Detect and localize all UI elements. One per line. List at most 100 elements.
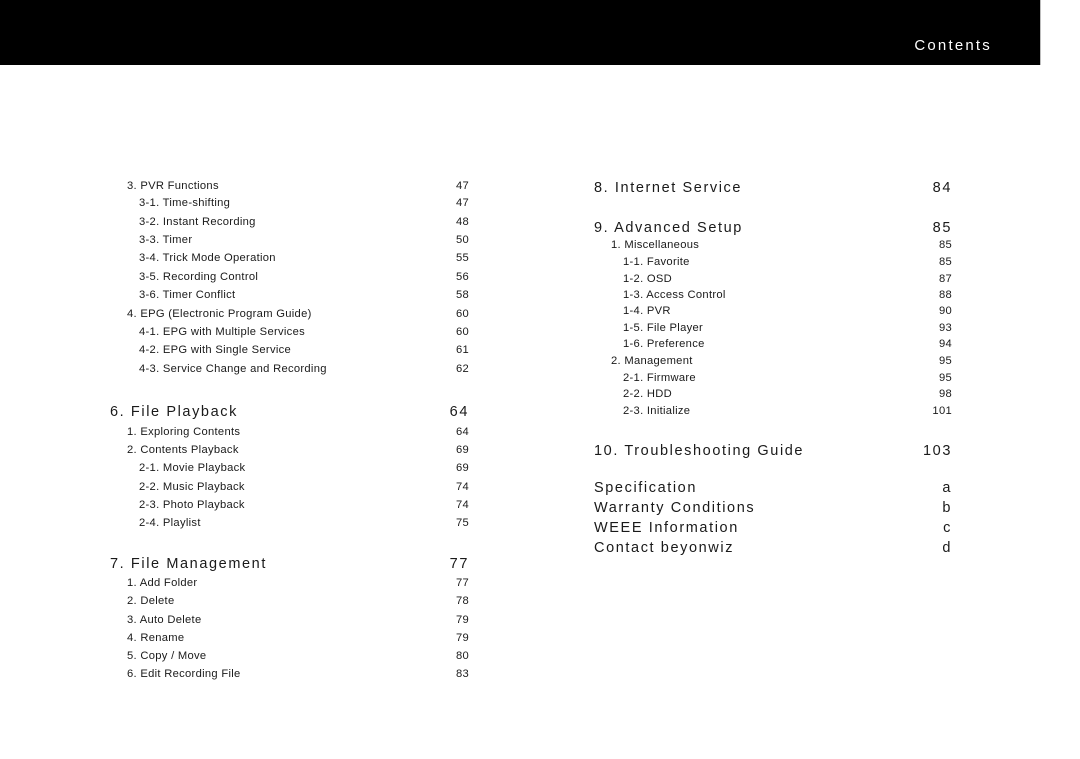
toc-entry-page: 80 — [455, 650, 469, 662]
toc-entry-label: 9. Advanced Setup — [594, 220, 743, 236]
toc-entry-page: 64 — [455, 426, 469, 438]
toc-entry[interactable]: 3-4. Trick Mode Operation 55 — [110, 252, 469, 264]
toc-entry[interactable]: 3. PVR Functions 47 — [110, 180, 469, 192]
toc-entry[interactable]: 4-2. EPG with Single Service 61 — [110, 344, 469, 356]
toc-entry[interactable]: 2. Delete 78 — [110, 595, 469, 607]
toc-entry-page: 88 — [938, 289, 952, 301]
toc-entry[interactable]: 2. Management 95 — [594, 355, 952, 367]
toc-chapter-entry[interactable]: WEEE Information c — [594, 520, 952, 536]
toc-entry-label: 3. PVR Functions — [127, 180, 219, 192]
toc-entry[interactable]: 1-3. Access Control 88 — [594, 289, 952, 301]
toc-entry[interactable]: 4-3. Service Change and Recording 62 — [110, 363, 469, 375]
toc-entry-page: 74 — [455, 499, 469, 511]
toc-entry[interactable]: 3-3. Timer 50 — [110, 234, 469, 246]
toc-entry-page: 85 — [938, 239, 952, 251]
toc-entry-page: 79 — [455, 632, 469, 644]
toc-entry-label: 2-2. Music Playback — [139, 481, 245, 493]
toc-entry-page: 75 — [455, 517, 469, 529]
toc-entry-label: 4. Rename — [127, 632, 185, 644]
toc-entry-label: 2-4. Playlist — [139, 517, 201, 529]
toc-entry[interactable]: 1-6. Preference 94 — [594, 338, 952, 350]
toc-entry-page: b — [942, 500, 952, 516]
toc-entry[interactable]: 2-4. Playlist 75 — [110, 517, 469, 529]
toc-entry-label: 2. Contents Playback — [127, 444, 239, 456]
toc-entry-page: 47 — [455, 180, 469, 192]
toc-entry[interactable]: 2-3. Initialize 101 — [594, 405, 952, 417]
toc-entry-page: 50 — [455, 234, 469, 246]
toc-chapter-entry[interactable]: 8. Internet Service 84 — [594, 180, 952, 196]
toc-entry-page: 90 — [938, 305, 952, 317]
toc-entry[interactable]: 1-4. PVR 90 — [594, 305, 952, 317]
toc-chapter-entry[interactable]: Contact beyonwiz d — [594, 540, 952, 556]
toc-entry-page: d — [942, 540, 952, 556]
toc-entry-page: c — [943, 520, 952, 536]
toc-entry[interactable]: 2-1. Movie Playback 69 — [110, 462, 469, 474]
toc-entry[interactable]: 3-2. Instant Recording 48 — [110, 216, 469, 228]
toc-entry[interactable]: 3-6. Timer Conflict 58 — [110, 289, 469, 301]
toc-entry[interactable]: 2-2. Music Playback 74 — [110, 481, 469, 493]
toc-entry-page: 74 — [455, 481, 469, 493]
toc-entry-label: 2-3. Initialize — [623, 405, 691, 417]
toc-entry-page: 60 — [455, 308, 469, 320]
toc-entry-label: 3-3. Timer — [139, 234, 193, 246]
toc-entry-label: 2. Delete — [127, 595, 175, 607]
toc-entry-page: 101 — [932, 405, 952, 417]
toc-entry[interactable]: 1. Miscellaneous 85 — [594, 239, 952, 251]
toc-entry-page: 69 — [455, 444, 469, 456]
toc-entry-label: 6. File Playback — [110, 404, 238, 420]
toc-entry-label: 1-1. Favorite — [623, 256, 690, 268]
toc-entry[interactable]: 4-1. EPG with Multiple Services 60 — [110, 326, 469, 338]
toc-entry-page: 77 — [449, 556, 469, 572]
toc-entry-label: 4-2. EPG with Single Service — [139, 344, 292, 356]
toc-entry[interactable]: 5. Copy / Move 80 — [110, 650, 469, 662]
toc-entry[interactable]: 6. Edit Recording File 83 — [110, 668, 469, 680]
toc-entry-label: 3. Auto Delete — [127, 614, 202, 626]
toc-entry-page: 61 — [455, 344, 469, 356]
toc-entry-page: 85 — [932, 220, 952, 236]
toc-entry[interactable]: 2-3. Photo Playback 74 — [110, 499, 469, 511]
toc-chapter-entry[interactable]: 7. File Management 77 — [110, 556, 469, 572]
toc-entry[interactable]: 3-5. Recording Control 56 — [110, 271, 469, 283]
toc-entry-page: 79 — [455, 614, 469, 626]
toc-entry-label: 4-1. EPG with Multiple Services — [139, 326, 305, 338]
toc-entry[interactable]: 1-2. OSD 87 — [594, 273, 952, 285]
toc-entry-label: 10. Troubleshooting Guide — [594, 443, 805, 459]
toc-entry-label: 1. Add Folder — [127, 577, 198, 589]
toc-entry-label: Specification — [594, 480, 698, 496]
toc-entry-label: 3-5. Recording Control — [139, 271, 259, 283]
toc-entry-page: 56 — [455, 271, 469, 283]
toc-entry-page: a — [942, 480, 952, 496]
toc-entry[interactable]: 3. Auto Delete 79 — [110, 614, 469, 626]
toc-entry[interactable]: 4. EPG (Electronic Program Guide) 60 — [110, 308, 469, 320]
toc-entry-page: 62 — [455, 363, 469, 375]
toc-entry-page: 47 — [455, 197, 469, 209]
toc-entry-label: 1-6. Preference — [623, 338, 705, 350]
toc-chapter-entry[interactable]: Specification a — [594, 480, 952, 496]
toc-entry-page: 95 — [938, 372, 952, 384]
toc-entry[interactable]: 3-1. Time-shifting 47 — [110, 197, 469, 209]
toc-entry[interactable]: 2-2. HDD 98 — [594, 388, 952, 400]
toc-chapter-entry[interactable]: Warranty Conditions b — [594, 500, 952, 516]
toc-entry-page: 98 — [938, 388, 952, 400]
toc-entry-label: 8. Internet Service — [594, 180, 743, 196]
toc-entry-label: 1. Miscellaneous — [611, 239, 700, 251]
toc-entry[interactable]: 2-1. Firmware 95 — [594, 372, 952, 384]
toc-chapter-entry[interactable]: 9. Advanced Setup 85 — [594, 220, 952, 236]
toc-entry-page: 64 — [449, 404, 469, 420]
toc-chapter-entry[interactable]: 10. Troubleshooting Guide 103 — [594, 443, 952, 459]
toc-entry-page: 55 — [455, 252, 469, 264]
toc-entry-label: 1-5. File Player — [623, 322, 704, 334]
toc-entry-label: 2-1. Movie Playback — [139, 462, 246, 474]
toc-chapter-entry[interactable]: 6. File Playback 64 — [110, 404, 469, 420]
toc-entry[interactable]: 1. Exploring Contents 64 — [110, 426, 469, 438]
toc-entry[interactable]: 4. Rename 79 — [110, 632, 469, 644]
page-title: Contents — [914, 37, 992, 54]
toc-entry[interactable]: 1-1. Favorite 85 — [594, 256, 952, 268]
toc-entry-page: 58 — [455, 289, 469, 301]
toc-entry[interactable]: 1-5. File Player 93 — [594, 322, 952, 334]
toc-entry-label: 5. Copy / Move — [127, 650, 207, 662]
toc-entry[interactable]: 2. Contents Playback 69 — [110, 444, 469, 456]
toc-entry[interactable]: 1. Add Folder 77 — [110, 577, 469, 589]
toc-entry-label: 1-4. PVR — [623, 305, 671, 317]
toc-entry-label: 1-2. OSD — [623, 273, 673, 285]
